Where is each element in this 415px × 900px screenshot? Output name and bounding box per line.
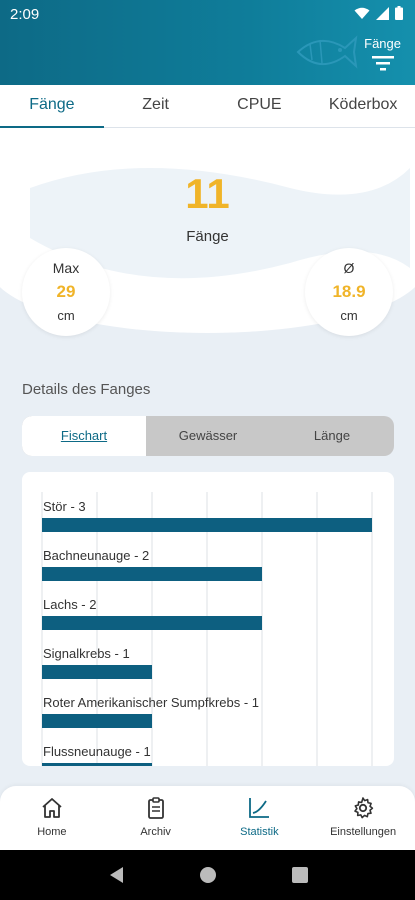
nav-statistik[interactable]: Statistik — [208, 786, 312, 850]
bar — [42, 665, 152, 679]
avg-title: Ø — [343, 260, 355, 276]
max-unit: cm — [57, 308, 75, 323]
filter-label: Fänge — [364, 36, 401, 51]
bar-label: Lachs - 2 — [43, 597, 96, 612]
bar-label: Stör - 3 — [43, 499, 86, 514]
bottom-navigation: Home Archiv Statistik Einstellungen — [0, 786, 415, 850]
bar — [42, 616, 262, 630]
bar — [42, 567, 262, 581]
bar — [42, 763, 152, 766]
bar-label: Signalkrebs - 1 — [43, 646, 130, 661]
status-icons — [354, 6, 403, 20]
species-bar-chart: Stör - 3 Bachneunauge - 2 Lachs - 2 Signalk… — [41, 492, 373, 766]
nav-home[interactable]: Home — [0, 786, 104, 850]
nav-statistik-label: Statistik — [240, 826, 279, 838]
avg-length-stat: Ø 18.9 cm — [305, 248, 393, 336]
back-icon[interactable] — [108, 866, 124, 884]
home-icon — [42, 798, 62, 818]
status-time: 2:09 — [10, 6, 40, 23]
segment-laenge[interactable]: Länge — [270, 416, 394, 456]
nav-einstellungen-label: Einstellungen — [330, 826, 397, 838]
bar-label: Bachneunauge - 2 — [43, 548, 149, 563]
system-navigation-bar — [0, 850, 415, 900]
segment-gewaesser[interactable]: Gewässer — [146, 416, 270, 456]
avg-value: 18.9 — [332, 282, 366, 301]
tab-faenge[interactable]: Fänge — [0, 85, 104, 128]
filter-icon — [371, 56, 394, 71]
nav-archiv-label: Archiv — [140, 826, 171, 838]
tab-bar: Fänge Zeit CPUE Köderbox — [0, 85, 415, 128]
bar — [42, 518, 372, 532]
details-segmented-control: Fischart Gewässer Länge — [22, 416, 394, 456]
clipboard-icon — [147, 797, 164, 819]
wifi-icon — [354, 7, 370, 19]
nav-einstellungen[interactable]: Einstellungen — [311, 786, 415, 850]
max-value: 29 — [56, 282, 76, 301]
gear-icon — [354, 797, 374, 819]
segment-fischart[interactable]: Fischart — [22, 416, 146, 456]
nav-home-label: Home — [37, 826, 67, 838]
nav-archiv[interactable]: Archiv — [104, 786, 208, 850]
catch-count-label: Fänge — [186, 228, 229, 245]
avg-unit: cm — [340, 308, 358, 323]
filter-button[interactable]: Fänge — [364, 36, 401, 71]
app-header: 2:09 Fänge — [0, 0, 415, 85]
details-title: Details des Fanges — [22, 381, 151, 398]
recents-icon[interactable] — [291, 867, 308, 883]
bar-label: Roter Amerikanischer Sumpfkrebs - 1 — [43, 695, 259, 710]
signal-icon — [376, 6, 389, 20]
species-chart-card: Stör - 3 Bachneunauge - 2 Lachs - 2 Signalk… — [22, 472, 394, 766]
battery-icon — [395, 6, 403, 20]
max-length-stat: Max 29 cm — [22, 248, 110, 336]
home-circle-icon[interactable] — [199, 866, 217, 884]
bar — [42, 714, 152, 728]
catch-count: 11 — [185, 170, 230, 217]
tab-zeit[interactable]: Zeit — [104, 85, 208, 127]
tab-koederbox[interactable]: Köderbox — [311, 85, 415, 127]
tab-cpue[interactable]: CPUE — [208, 85, 312, 127]
max-title: Max — [52, 260, 80, 276]
fish-logo-icon — [296, 35, 358, 69]
chart-line-icon — [249, 798, 270, 818]
bar-label: Flussneunauge - 1 — [43, 744, 151, 759]
